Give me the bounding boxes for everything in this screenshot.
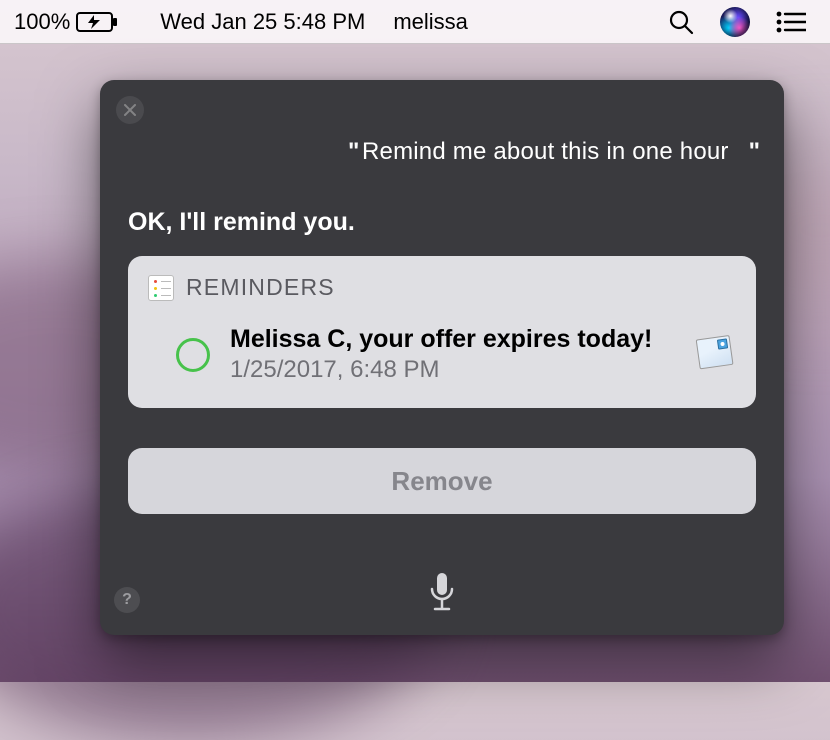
siri-icon[interactable] [720,7,750,37]
open-quote: " [348,138,359,166]
battery-status[interactable]: 100% [14,9,118,35]
menubar-datetime[interactable]: Wed Jan 25 5:48 PM [160,9,365,35]
help-button[interactable]: ? [114,587,140,613]
reminder-title: Melissa C, your offer expires today! [230,325,678,354]
reminder-complete-radio[interactable] [176,338,210,372]
notification-list-icon[interactable] [776,11,806,33]
remove-button[interactable]: Remove [128,448,756,514]
search-icon[interactable] [668,9,694,35]
close-button[interactable] [116,96,144,124]
battery-charging-icon [76,12,118,32]
microphone-button[interactable] [417,567,467,617]
mail-icon [696,334,737,375]
card-app-name: REMINDERS [186,274,335,301]
menubar-username[interactable]: melissa [393,9,468,35]
siri-panel: " Remind me about this in one hour " OK,… [100,80,784,635]
siri-user-query: Remind me about this in one hour [362,138,738,166]
battery-percent-label: 100% [14,9,70,35]
reminder-card: REMINDERS Melissa C, your offer expires … [128,256,756,408]
card-header: REMINDERS [128,256,756,313]
reminder-datetime: 1/25/2017, 6:48 PM [230,356,678,384]
close-quote: " [749,138,760,166]
reminder-item[interactable]: Melissa C, your offer expires today! 1/2… [128,313,756,408]
siri-response-text: OK, I'll remind you. [128,208,355,237]
remove-button-label: Remove [391,466,492,497]
reminders-app-icon [148,275,174,301]
menubar: 100% Wed Jan 25 5:48 PM melissa [0,0,830,44]
